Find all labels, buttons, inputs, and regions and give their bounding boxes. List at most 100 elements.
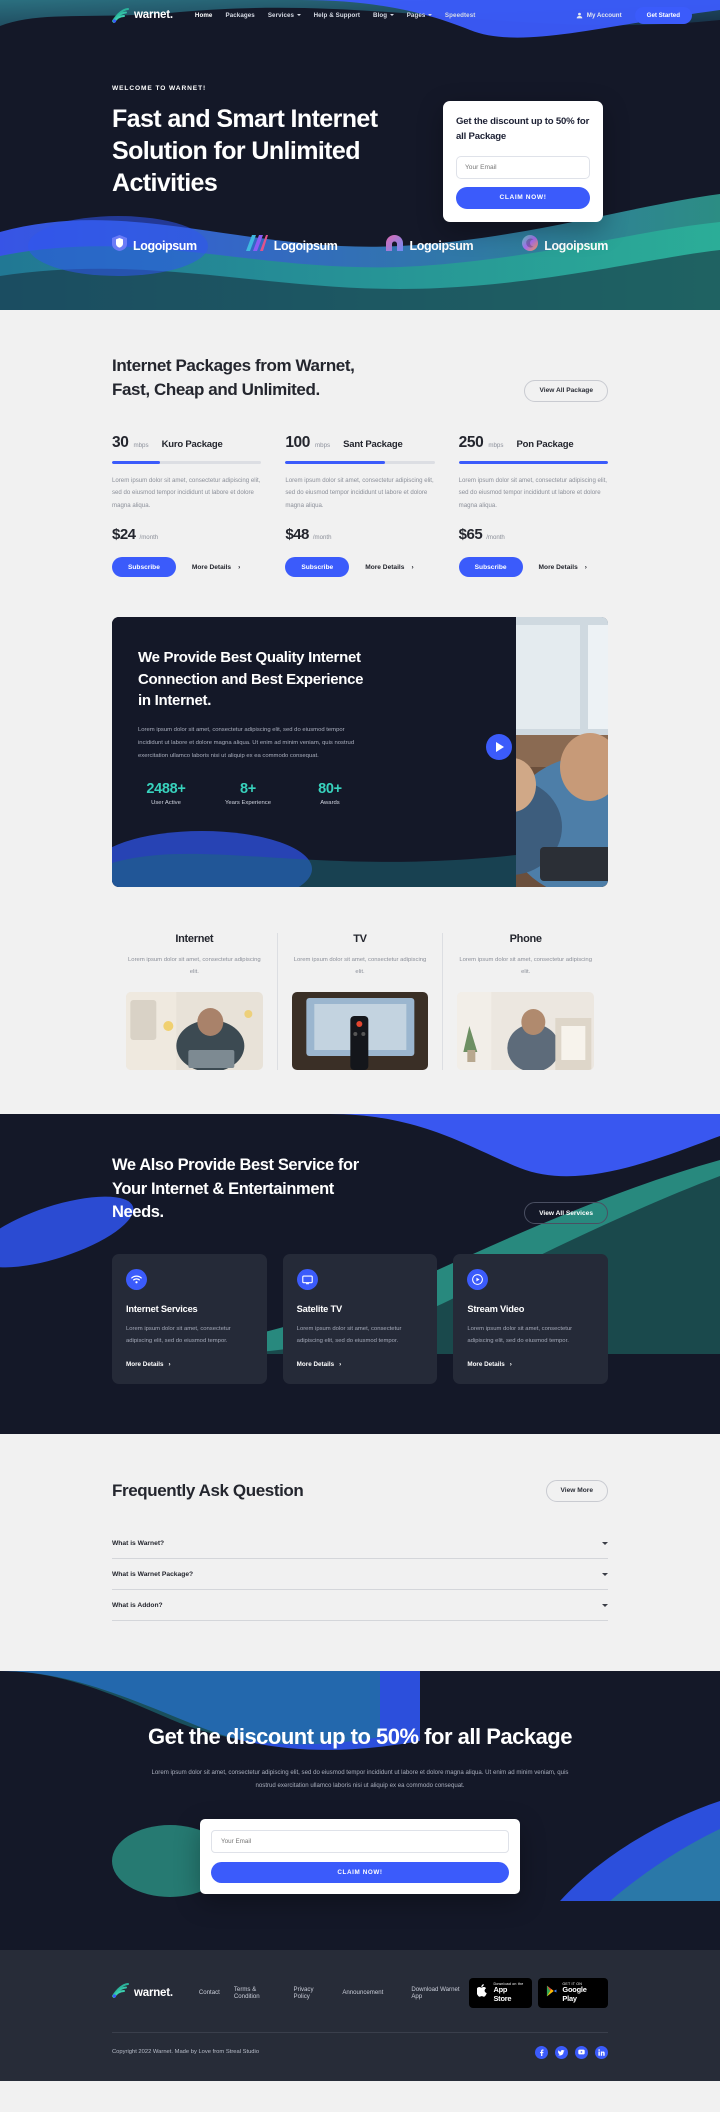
- view-all-services-button[interactable]: View All Services: [524, 1202, 608, 1225]
- stat-value: 2488+: [146, 780, 186, 797]
- app-store-badge[interactable]: Download on the App Store: [469, 1978, 533, 2008]
- video-section: We Provide Best Quality Internet Connect…: [112, 617, 608, 888]
- package-speed-row: 250 mbps Pon Package: [459, 434, 608, 452]
- partner-logo[interactable]: Logoipsum: [522, 235, 608, 256]
- footer-link-contact[interactable]: Contact: [199, 1989, 220, 1996]
- feature-description: Lorem ipsum dolor sit amet, consectetur …: [128, 957, 261, 975]
- nav-link-packages[interactable]: Packages: [225, 12, 254, 19]
- app-store-badges: Download on the App Store GET IT ON Goog…: [469, 1978, 608, 2008]
- service-card[interactable]: Internet Services Lorem ipsum dolor sit …: [112, 1254, 267, 1384]
- download-app-label: Download Warnet App: [411, 1985, 460, 2000]
- faq-question: What is Warnet Package?: [112, 1570, 194, 1578]
- nav-link-speedtest[interactable]: Speedtest: [445, 12, 475, 19]
- brand-logo[interactable]: warnet.: [112, 7, 173, 23]
- google-play-main-label: Google Play: [562, 1985, 587, 2003]
- chevron-down-icon[interactable]: [602, 1541, 608, 1545]
- nav-links: Home Packages Services Help & Support Bl…: [195, 12, 476, 19]
- promo-email-input[interactable]: [456, 155, 590, 179]
- linkedin-icon[interactable]: [595, 2045, 608, 2059]
- partner-logo-label: Logoipsum: [133, 238, 197, 253]
- footer-link-privacy[interactable]: Privacy Policy: [294, 1986, 329, 2000]
- view-all-packages-button[interactable]: View All Package: [524, 379, 608, 402]
- youtube-icon[interactable]: [575, 2045, 588, 2059]
- more-details-link[interactable]: More Details ›: [192, 564, 240, 571]
- subscribe-button[interactable]: Subscribe: [285, 557, 350, 578]
- arch-logo-icon: [386, 235, 404, 256]
- service-more-details-link[interactable]: More Details ›: [126, 1361, 253, 1368]
- footer-brand-logo[interactable]: warnet.: [112, 1982, 173, 2003]
- faq-question: What is Warnet?: [112, 1539, 165, 1547]
- service-name: Satelite TV: [296, 1304, 343, 1315]
- faq-view-more-button[interactable]: View More: [545, 1479, 608, 1502]
- nav-link-home[interactable]: Home: [195, 12, 213, 19]
- chevron-down-icon[interactable]: [602, 1603, 608, 1607]
- subscribe-button[interactable]: Subscribe: [112, 557, 176, 578]
- partner-logo[interactable]: Logoipsum: [245, 235, 338, 256]
- package-speed-row: 30 mbps Kuro Package: [112, 434, 261, 452]
- shield-logo-icon: [112, 235, 127, 256]
- packages-section: Internet Packages from Warnet, Fast, Che…: [0, 310, 720, 618]
- footer-brand-name: warnet.: [134, 1986, 173, 1999]
- stat-label: User Active: [151, 799, 181, 806]
- wifi-wave-logo-icon: [112, 7, 129, 23]
- partner-logo[interactable]: Logoipsum: [386, 235, 474, 256]
- cta-section: Get the discount up to 50% for all Packa…: [0, 1670, 720, 1951]
- service-description: Lorem ipsum dolor sit amet, consectetur …: [467, 1326, 573, 1345]
- faq-item[interactable]: What is Warnet?: [112, 1528, 608, 1559]
- user-icon: [576, 12, 583, 19]
- service-card[interactable]: Satelite TV Lorem ipsum dolor sit amet, …: [282, 1254, 438, 1384]
- more-details-link[interactable]: More Details ›: [539, 564, 587, 571]
- nav-link-label: Packages: [225, 11, 255, 19]
- facebook-icon[interactable]: [535, 2045, 548, 2059]
- more-details-link[interactable]: More Details ›: [365, 564, 413, 571]
- service-description: Lorem ipsum dolor sit amet, consectetur …: [126, 1326, 231, 1345]
- package-actions: Subscribe More Details ›: [285, 557, 434, 578]
- my-account-link[interactable]: My Account: [576, 12, 622, 19]
- navbar-right: My Account Get Started: [576, 6, 692, 24]
- package-period: /month: [486, 534, 505, 542]
- google-play-badge[interactable]: GET IT ON Google Play: [538, 1978, 608, 2008]
- cta-claim-button[interactable]: CLAIM NOW!: [211, 1862, 509, 1884]
- promo-claim-button[interactable]: CLAIM NOW!: [456, 186, 590, 209]
- chevron-down-icon[interactable]: [602, 1572, 608, 1576]
- feature-image-phone: [457, 992, 595, 1071]
- nav-link-pages[interactable]: Pages: [407, 12, 432, 19]
- get-started-button[interactable]: Get Started: [634, 6, 692, 24]
- play-circle-icon: [467, 1269, 489, 1291]
- nav-link-label: Speedtest: [444, 11, 476, 19]
- nav-link-help-support[interactable]: Help & Support: [314, 12, 360, 19]
- video-text-panel: We Provide Best Quality Internet Connect…: [112, 617, 516, 888]
- features-section: Internet Lorem ipsum dolor sit amet, con…: [0, 887, 720, 1115]
- service-more-details-link[interactable]: More Details ›: [297, 1361, 424, 1368]
- feature-title: Phone: [509, 933, 542, 946]
- feature-description: Lorem ipsum dolor sit amet, consectetur …: [459, 957, 592, 975]
- nav-link-services[interactable]: Services: [268, 12, 301, 19]
- cta-email-input[interactable]: [211, 1830, 509, 1854]
- feature-image-tv: [291, 992, 429, 1071]
- package-speed: 250: [458, 433, 484, 451]
- package-speed: 100: [285, 433, 310, 451]
- faq-item[interactable]: What is Warnet Package?: [112, 1559, 608, 1590]
- service-more-details-link[interactable]: More Details ›: [467, 1361, 594, 1368]
- twitter-icon[interactable]: [555, 2045, 568, 2059]
- chevron-right-icon: ›: [509, 1360, 512, 1368]
- wifi-wave-logo-icon: [112, 1982, 129, 2003]
- nav-link-blog[interactable]: Blog: [373, 12, 394, 19]
- service-card[interactable]: Stream Video Lorem ipsum dolor sit amet,…: [453, 1254, 609, 1384]
- play-button[interactable]: [485, 733, 512, 760]
- my-account-label: My Account: [586, 11, 622, 19]
- package-actions: Subscribe More Details ›: [458, 557, 608, 578]
- package-actions: Subscribe More Details ›: [112, 557, 261, 578]
- nav-link-label: Services: [267, 11, 295, 19]
- stat-label: Awards: [320, 799, 340, 806]
- package-price: $24: [112, 526, 136, 544]
- package-unit: mbps: [315, 441, 331, 449]
- subscribe-button[interactable]: Subscribe: [458, 557, 523, 578]
- faq-item[interactable]: What is Addon?: [112, 1590, 608, 1621]
- partner-logo[interactable]: Logoipsum: [112, 235, 197, 256]
- footer-link-announcement[interactable]: Announcement: [342, 1989, 383, 1996]
- stat-item: 2488+ User Active: [138, 781, 194, 806]
- package-description: Lorem ipsum dolor sit amet, consectetur …: [458, 476, 608, 509]
- footer-top-row: warnet. Contact Terms & Condition Privac…: [112, 1978, 608, 2008]
- footer-link-terms[interactable]: Terms & Condition: [234, 1986, 280, 2000]
